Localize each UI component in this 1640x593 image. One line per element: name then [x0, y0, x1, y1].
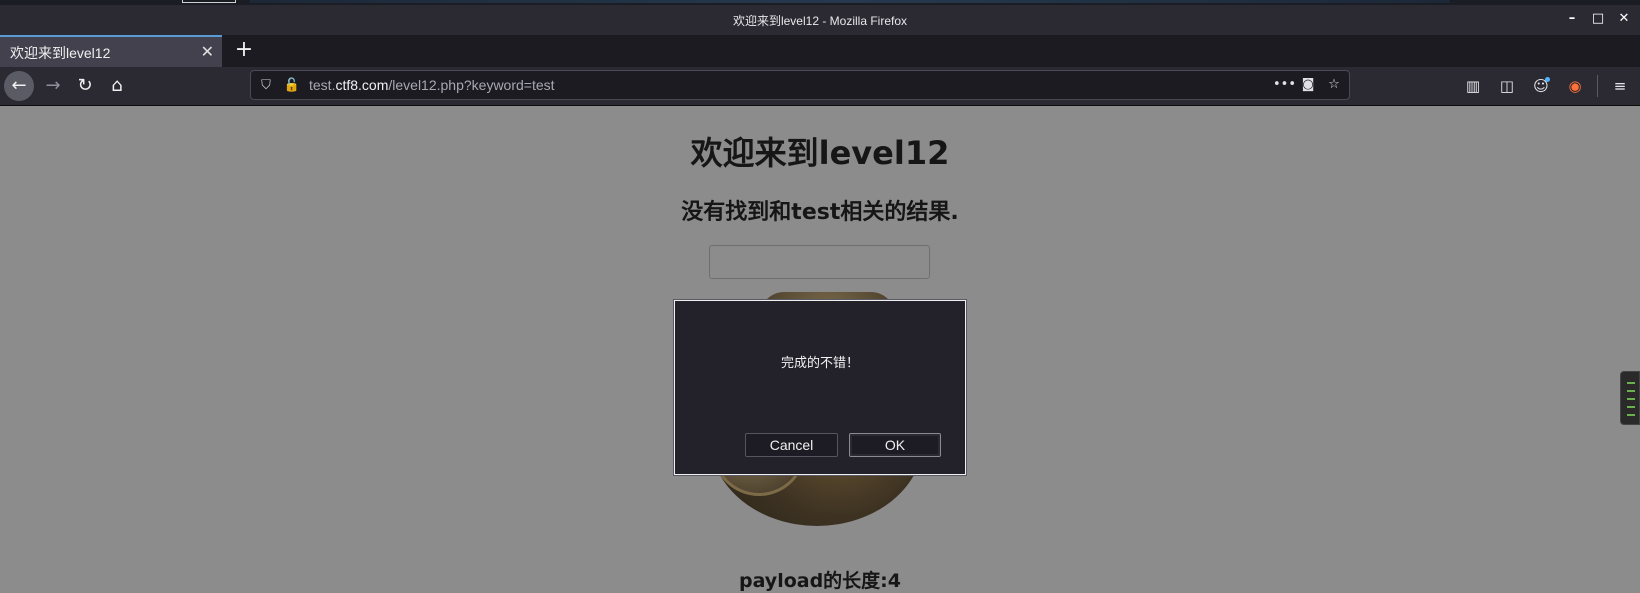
close-window-button[interactable]: ✕	[1614, 11, 1634, 27]
insecure-lock-icon[interactable]: 🔓	[283, 77, 301, 95]
forward-button[interactable]: →	[38, 71, 68, 101]
toolbar-separator	[1597, 75, 1598, 97]
panel-wallpaper	[250, 0, 1450, 3]
close-tab-icon[interactable]: ✕	[201, 42, 214, 61]
toolbar-right: ▥ ◫ ☺ ◉ ≡	[1461, 71, 1640, 101]
payload-length: payload的长度:4	[0, 566, 1640, 593]
library-icon[interactable]: ▥	[1461, 71, 1485, 101]
search-result-text: 没有找到和test相关的结果.	[0, 194, 1640, 226]
page-title: 欢迎来到level12	[690, 134, 950, 172]
reload-button[interactable]: ↻	[70, 71, 100, 101]
new-tab-button[interactable]: +	[232, 37, 256, 62]
home-icon: ⌂	[111, 75, 123, 96]
alert-message: 完成的不错！	[780, 356, 859, 371]
tab-level12[interactable]: 欢迎来到level12 ✕	[0, 35, 222, 67]
result-prefix: 没有找到和	[681, 200, 792, 225]
payload-label: payload的长度:	[738, 570, 888, 592]
minimize-button[interactable]: –	[1562, 11, 1582, 27]
payload-value: 4	[887, 570, 902, 592]
panel-marker	[182, 0, 236, 3]
side-meter-widget[interactable]	[1620, 371, 1640, 425]
search-input[interactable]	[709, 245, 930, 279]
menu-icon[interactable]: ≡	[1608, 71, 1632, 101]
url-host: ctf8.com	[335, 77, 389, 93]
cancel-button[interactable]: Cancel	[745, 433, 838, 457]
meter-bar	[1627, 390, 1635, 392]
meter-bar	[1627, 406, 1635, 408]
reload-icon: ↻	[77, 75, 93, 96]
pocket-icon[interactable]: ◙	[1299, 76, 1317, 94]
result-suffix: 相关的结果.	[840, 200, 959, 225]
tab-label: 欢迎来到level12	[10, 45, 111, 61]
tab-strip: 欢迎来到level12 ✕ +	[0, 35, 1640, 67]
window-title: 欢迎来到level12 - Mozilla Firefox	[732, 14, 908, 28]
url-bar[interactable]: ⛉ 🔓 test.ctf8.com/level12.php?keyword=te…	[250, 70, 1350, 100]
meter-bar	[1627, 414, 1635, 416]
window-titlebar: 欢迎来到level12 - Mozilla Firefox – □ ✕	[0, 5, 1640, 35]
alert-dialog: 完成的不错！ Cancel OK	[674, 300, 966, 475]
sidebar-icon[interactable]: ◫	[1495, 71, 1519, 101]
arrow-right-icon: →	[45, 75, 61, 96]
home-button[interactable]: ⌂	[102, 71, 132, 101]
meter-bar	[1627, 398, 1635, 400]
url-prefix: test.	[309, 77, 336, 93]
back-button[interactable]: ←	[4, 71, 34, 101]
maximize-button[interactable]: □	[1588, 11, 1608, 27]
ok-button[interactable]: OK	[849, 433, 941, 457]
url-text[interactable]: test.ctf8.com/level12.php?keyword=test	[309, 77, 555, 93]
url-actions: ••• ◙ ☆	[1273, 76, 1343, 94]
result-keyword: test	[791, 200, 841, 225]
arrow-left-icon: ←	[11, 75, 27, 96]
notification-dot	[1545, 77, 1550, 82]
account-icon[interactable]: ☺	[1529, 71, 1553, 101]
page-actions-icon[interactable]: •••	[1273, 76, 1296, 94]
navigation-toolbar: ← → ↻ ⌂ ⛉ 🔓 test.ctf8.com/level12.php?ke…	[0, 67, 1640, 106]
tracking-shield-icon[interactable]: ⛉	[257, 77, 275, 95]
url-path: /level12.php?keyword=test	[388, 77, 555, 93]
window-controls: – □ ✕	[1562, 11, 1634, 27]
bookmark-star-icon[interactable]: ☆	[1325, 76, 1343, 94]
meter-bar	[1627, 382, 1635, 384]
firefox-extension-icon[interactable]: ◉	[1563, 71, 1587, 101]
